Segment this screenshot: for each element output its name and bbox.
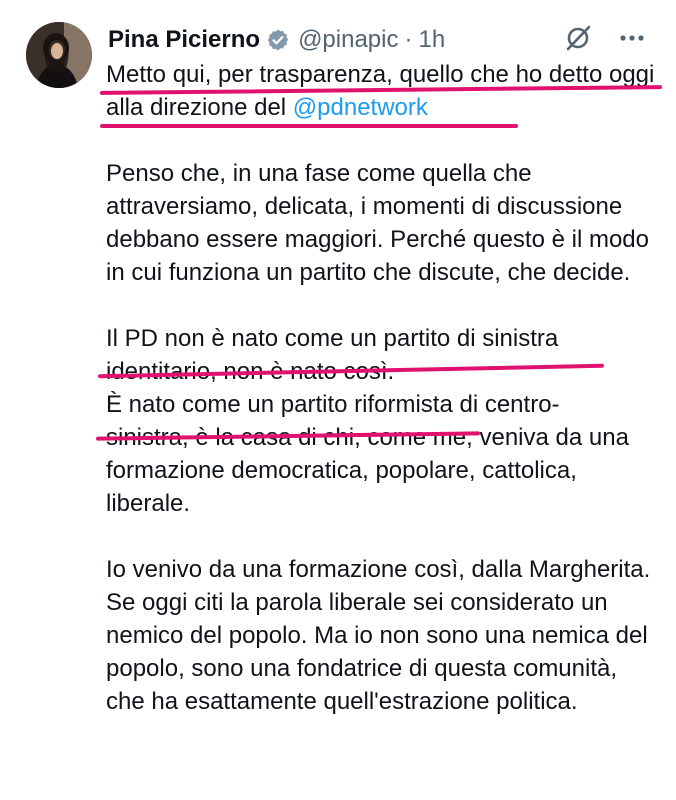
paragraph-3-line-b: Se oggi citi la parola liberale sei cons… [106,589,648,715]
tweet-header: Pina Picierno @pinapic · 1h [108,20,445,60]
paragraph-2: Il PD non è nato come un partito di sini… [106,322,662,520]
paragraph-3: Io venivo da una formazione così, dalla … [106,553,662,718]
display-name[interactable]: Pina Picierno [108,26,260,54]
more-options-icon[interactable] [618,24,646,52]
paragraph-2-line-3: È nato come un partito riformista di cen… [106,391,560,418]
grok-icon[interactable] [564,24,592,52]
highlight-underline-2 [100,124,518,128]
tweet-card: Pina Picierno @pinapic · 1h Metto qui, p… [0,0,676,800]
separator-dot: · [404,26,413,53]
paragraph-3-line-a: Io venivo da una formazione così, dalla … [106,556,651,583]
paragraph-2-line-1: Il PD non è nato come un partito di sini… [106,325,559,352]
avatar-image [26,22,92,88]
mention-link[interactable]: @pdnetwork [293,94,428,121]
header-actions [564,24,646,52]
timestamp[interactable]: 1h [418,26,445,54]
avatar[interactable] [26,22,92,88]
tweet-text: Metto qui, per trasparenza, quello che h… [106,58,662,718]
paragraph-1: Penso che, in una fase come quella che a… [106,160,649,286]
handle[interactable]: @pinapic [298,26,398,54]
verified-badge-icon [266,28,290,52]
